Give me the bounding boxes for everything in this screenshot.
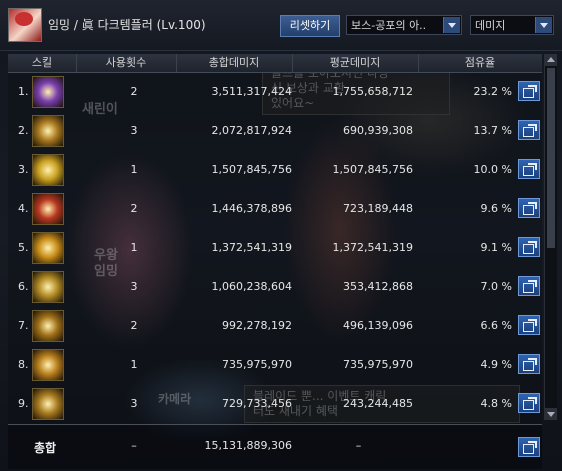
table-row[interactable]: 6. 3 1,060,238,604 353,412,868 7.0 % — [8, 268, 542, 307]
row-rank: 5. — [18, 241, 29, 254]
scroll-up-icon[interactable] — [545, 54, 557, 66]
column-header-share: 점유율 — [464, 56, 496, 69]
total-damage: 15,131,889,306 — [204, 439, 292, 452]
row-use-count: 2 — [130, 85, 138, 98]
share-row-button[interactable] — [518, 198, 540, 218]
row-rank: 3. — [18, 163, 29, 176]
total-label: 총합 — [34, 441, 57, 455]
content-dropdown-value: 보스-공포의 아.. — [351, 19, 427, 32]
row-share-percent: 9.6 % — [480, 202, 512, 215]
row-total-damage: 1,060,238,604 — [211, 280, 292, 293]
table-row[interactable]: 5. 1 1,372,541,319 1,372,541,319 9.1 % — [8, 229, 542, 268]
row-total-damage: 992,278,192 — [222, 319, 292, 332]
chevron-down-icon[interactable] — [535, 17, 552, 33]
row-average-damage: 243,244,485 — [343, 397, 413, 410]
row-total-damage: 2,072,817,924 — [211, 124, 292, 137]
row-total-damage: 3,511,317,424 — [211, 85, 292, 98]
scroll-thumb[interactable] — [547, 68, 555, 248]
row-rank: 9. — [18, 397, 29, 410]
metric-dropdown[interactable]: 데미지 — [470, 15, 554, 35]
table-row[interactable]: 2. 3 2,072,817,924 690,939,308 13.7 % — [8, 112, 542, 151]
row-average-damage: 1,755,658,712 — [332, 85, 413, 98]
total-row: 총합 – 15,131,889,306 – — [8, 424, 542, 469]
row-total-damage: 1,372,541,319 — [211, 241, 292, 254]
skill-icon-red-cross-slash — [32, 193, 64, 225]
row-share-percent: 6.6 % — [480, 319, 512, 332]
row-average-damage: 735,975,970 — [343, 358, 413, 371]
column-header-average-damage: 평균데미지 — [292, 54, 419, 72]
row-total-damage: 1,446,378,896 — [211, 202, 292, 215]
damage-meter-header: 임밍 / 眞 다크템플러 (Lv.100) 리셋하기 보스-공포의 아.. 데미… — [0, 0, 562, 51]
row-use-count: 2 — [130, 202, 138, 215]
row-total-damage: 735,975,970 — [222, 358, 292, 371]
table-row[interactable]: 8. 1 735,975,970 735,975,970 4.9 % — [8, 346, 542, 385]
row-total-damage: 1,507,845,756 — [211, 163, 292, 176]
row-share-percent: 4.8 % — [480, 397, 512, 410]
table-row[interactable]: 3. 1 1,507,845,756 1,507,845,756 10.0 % — [8, 151, 542, 190]
table-scrollbar[interactable] — [544, 54, 557, 420]
chevron-down-icon[interactable] — [443, 17, 460, 33]
row-average-damage: 1,372,541,319 — [332, 241, 413, 254]
share-row-button[interactable] — [518, 393, 540, 413]
skill-icon-gold-slash — [32, 115, 64, 147]
row-use-count: 1 — [130, 358, 138, 371]
row-rank: 6. — [18, 280, 29, 293]
skill-icon-sun-burst — [32, 154, 64, 186]
character-name: 임밍 / 眞 다크템플러 (Lv.100) — [48, 18, 206, 32]
skill-icon-gold-orb — [32, 232, 64, 264]
row-use-count: 1 — [130, 163, 138, 176]
column-header-skill: 스킬 — [8, 54, 77, 72]
row-use-count: 3 — [130, 280, 138, 293]
row-rank: 8. — [18, 358, 29, 371]
share-row-button[interactable] — [518, 120, 540, 140]
table-header: 스킬 사용횟수 총합데미지 평균데미지 점유율 — [8, 54, 542, 73]
scroll-down-icon[interactable] — [545, 408, 557, 420]
row-rank: 2. — [18, 124, 29, 137]
row-rank: 4. — [18, 202, 29, 215]
share-row-button[interactable] — [518, 81, 540, 101]
metric-dropdown-value: 데미지 — [475, 19, 506, 32]
row-share-percent: 7.0 % — [480, 280, 512, 293]
share-row-button[interactable] — [518, 159, 540, 179]
row-use-count: 3 — [130, 124, 138, 137]
row-share-percent: 9.1 % — [480, 241, 512, 254]
skill-icon-gold-flame — [32, 349, 64, 381]
row-average-damage: 496,139,096 — [343, 319, 413, 332]
character-avatar — [8, 8, 42, 42]
row-share-percent: 4.9 % — [480, 358, 512, 371]
content-dropdown[interactable]: 보스-공포의 아.. — [346, 15, 462, 35]
skill-icon-gold-sparks — [32, 310, 64, 342]
reset-button[interactable]: 리셋하기 — [280, 15, 340, 37]
total-average: – — [355, 439, 362, 452]
share-row-button[interactable] — [518, 354, 540, 374]
skill-icon-purple-burst — [32, 76, 64, 108]
share-row-button[interactable] — [518, 315, 540, 335]
skill-icon-gold-wave — [32, 271, 64, 303]
total-count: – — [131, 439, 137, 452]
skill-damage-table: 스킬 사용횟수 총합데미지 평균데미지 점유율 1. 2 3,511,317,424… — [8, 54, 542, 424]
table-row[interactable]: 1. 2 3,511,317,424 1,755,658,712 23.2 % — [8, 73, 542, 112]
row-average-damage: 723,189,448 — [343, 202, 413, 215]
skill-icon-gold-slash-down — [32, 388, 64, 420]
row-share-percent: 10.0 % — [473, 163, 512, 176]
row-rank: 7. — [18, 319, 29, 332]
table-row[interactable]: 4. 2 1,446,378,896 723,189,448 9.6 % — [8, 190, 542, 229]
row-share-percent: 23.2 % — [473, 85, 512, 98]
row-use-count: 3 — [130, 397, 138, 410]
row-average-damage: 690,939,308 — [343, 124, 413, 137]
table-row[interactable]: 9. 3 729,733,456 243,244,485 4.8 % — [8, 385, 542, 424]
row-average-damage: 353,412,868 — [343, 280, 413, 293]
share-row-button[interactable] — [518, 276, 540, 296]
column-header-use-count: 사용횟수 — [76, 54, 177, 72]
row-use-count: 2 — [130, 319, 138, 332]
column-header-total-damage: 총합데미지 — [176, 54, 293, 72]
row-use-count: 1 — [130, 241, 138, 254]
row-average-damage: 1,507,845,756 — [332, 163, 413, 176]
row-total-damage: 729,733,456 — [222, 397, 292, 410]
table-row[interactable]: 7. 2 992,278,192 496,139,096 6.6 % — [8, 307, 542, 346]
row-rank: 1. — [18, 85, 29, 98]
share-total-button[interactable] — [518, 437, 540, 457]
share-row-button[interactable] — [518, 237, 540, 257]
row-share-percent: 13.7 % — [473, 124, 512, 137]
